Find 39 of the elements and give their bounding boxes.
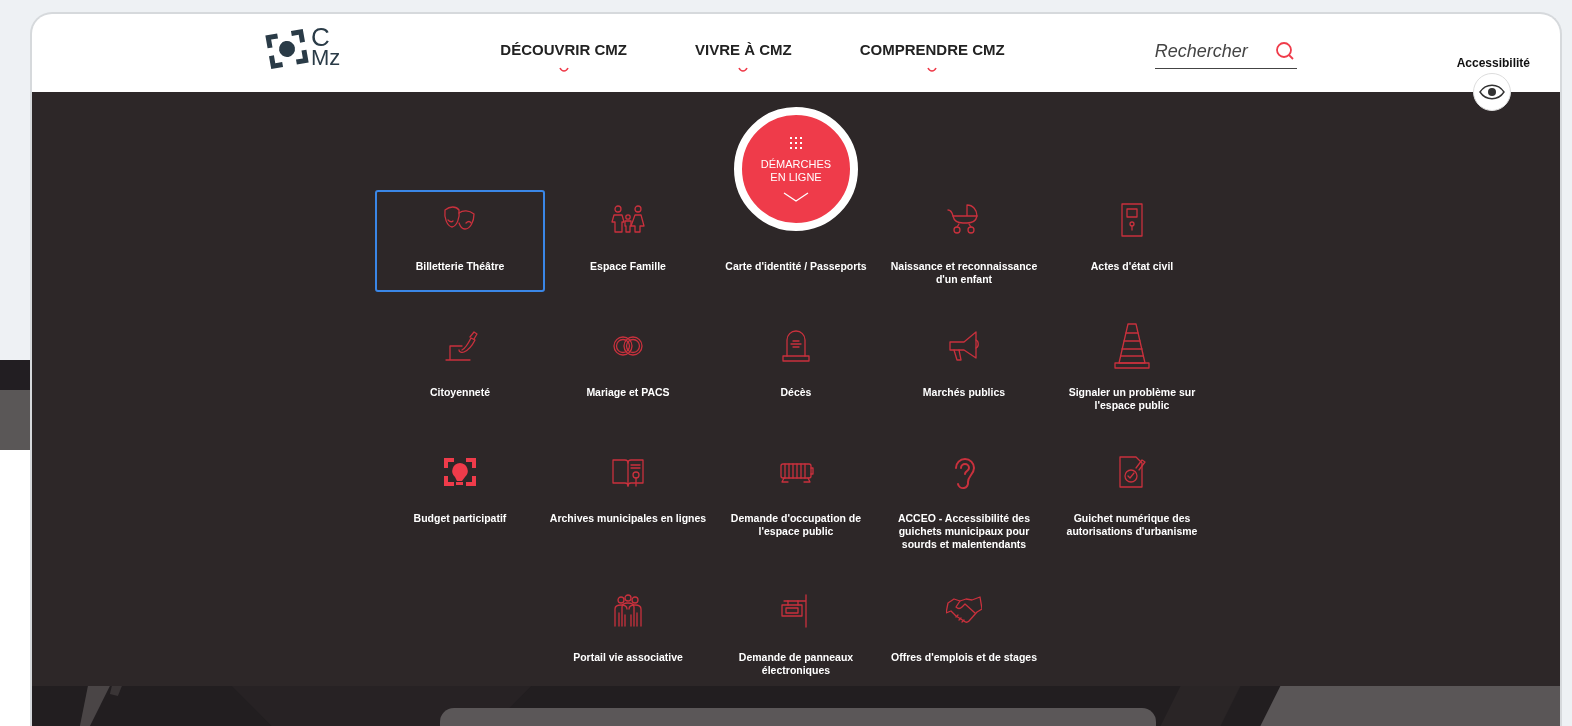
caret-icon (558, 66, 569, 73)
backdrop-panel (0, 390, 30, 450)
service-link[interactable]: Carte d'identité / Passeports (711, 238, 881, 292)
service-link[interactable]: Billetterie Théâtre (375, 190, 545, 292)
accessibility-label: Accessibilité (1456, 55, 1530, 72)
chevron-down-icon (783, 192, 809, 202)
nav-link[interactable]: COMPRENDRE CMZ (859, 39, 1005, 62)
eye-icon (1479, 84, 1505, 100)
logo-text: C (311, 26, 330, 48)
logo-text: Mz (311, 48, 341, 68)
nav-link[interactable]: VIVRE À CMZ (695, 39, 792, 62)
service-link[interactable]: Décès (711, 316, 881, 418)
service-link[interactable]: ACCEO - Accessibilité des guichets municipaux pour sourds et malentendants (879, 442, 1049, 557)
logo[interactable]: C Mz (265, 26, 341, 72)
logo-mark-icon (265, 26, 309, 72)
service-link[interactable]: Marchés publics (879, 316, 1049, 418)
search-field[interactable]: Rechercher (1154, 34, 1297, 69)
caret-icon (738, 66, 749, 73)
service-link[interactable]: Portail vie associative (543, 581, 713, 683)
backdrop-bar (0, 360, 30, 390)
traffic-cone-icon (1113, 321, 1151, 371)
service-link[interactable]: Espace Famille (543, 190, 713, 292)
accessibility-button[interactable] (1473, 73, 1511, 111)
service-link[interactable]: Offres d'emplois et de stages (879, 581, 1049, 683)
online-procedures-button[interactable]: DÉMARCHES EN LIGNE (734, 107, 858, 231)
service-link[interactable]: Actes d'état civil (1047, 190, 1217, 292)
service-link[interactable]: Demande d'occupation de l'espace public (711, 442, 881, 557)
service-link[interactable]: Archives municipales en lignes (543, 442, 713, 557)
nav-link[interactable]: DÉCOUVRIR CMZ (500, 39, 627, 62)
service-link[interactable]: Naissance et reconnaissance d'un enfant (879, 190, 1049, 292)
dot-grid-icon (789, 136, 803, 150)
service-link[interactable]: Citoyenneté (375, 316, 545, 418)
search-icon[interactable] (1274, 41, 1295, 61)
service-link[interactable]: Mariage et PACS (543, 316, 713, 418)
service-link[interactable]: Budget participatif (375, 442, 545, 557)
service-link[interactable]: Demande de panneaux électroniques (711, 581, 881, 683)
service-link[interactable]: Guichet numérique des autorisations d'urbanisme (1047, 442, 1217, 557)
caret-icon (927, 66, 938, 73)
service-link[interactable]: Signaler un problème sur l'espace public (1047, 316, 1217, 418)
